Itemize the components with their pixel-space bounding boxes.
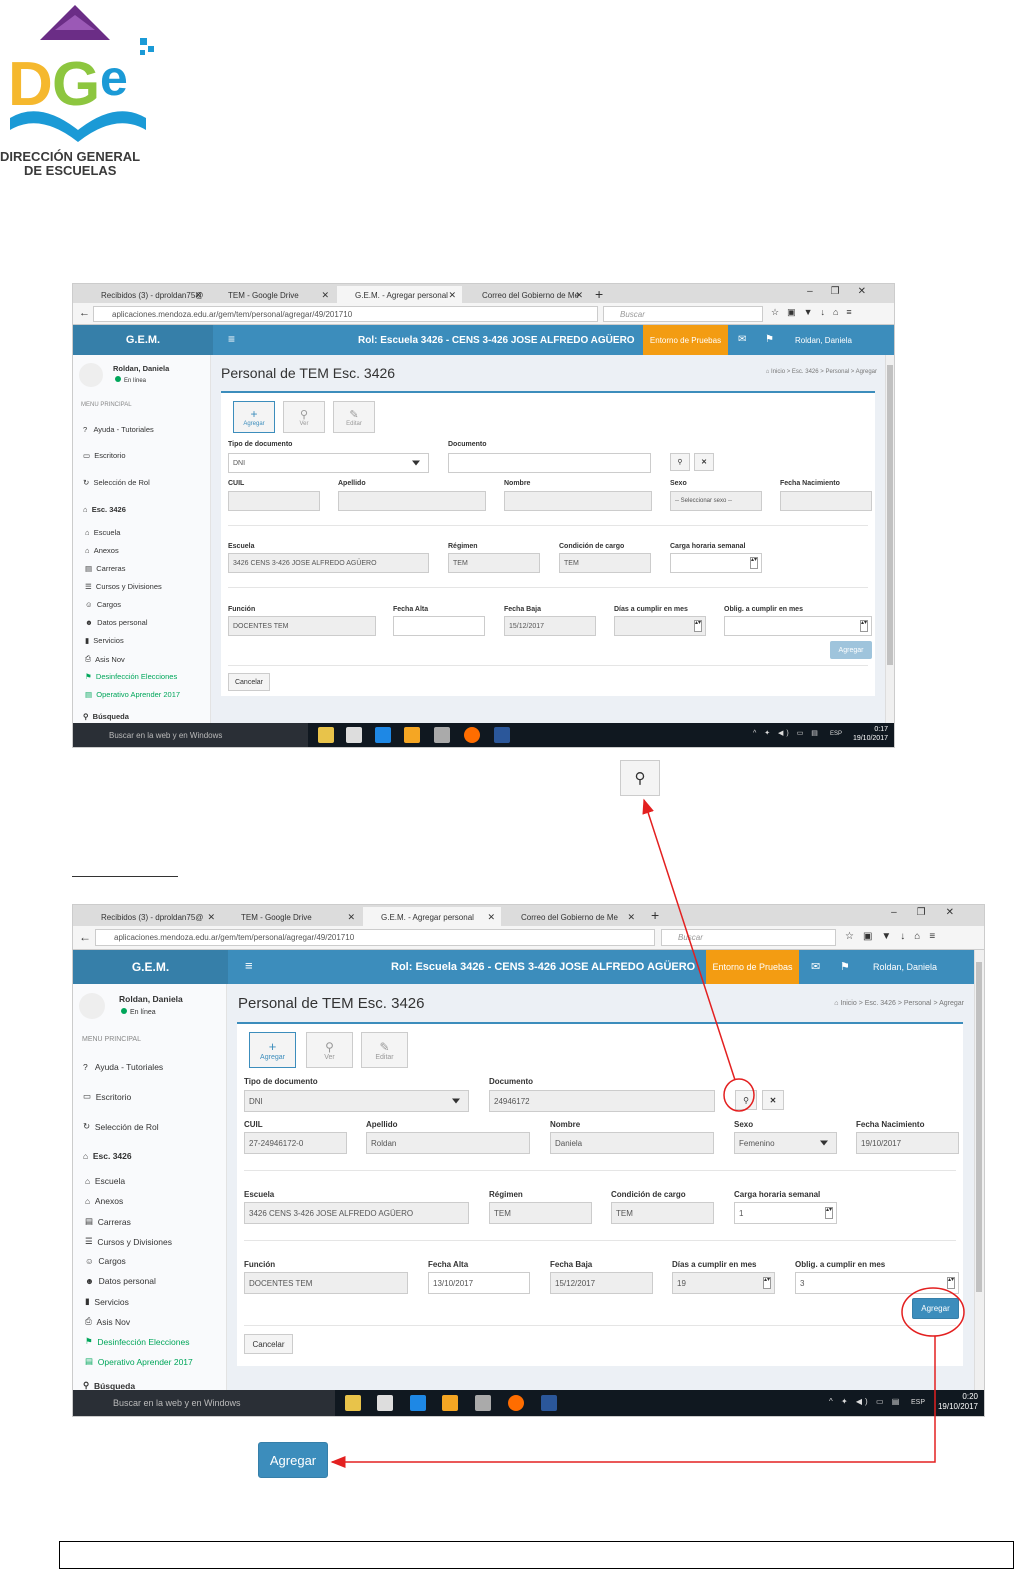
agregar-highlight-circle <box>901 1287 965 1337</box>
annotation-overlay <box>330 798 965 1468</box>
bottom-frame <box>59 1541 1014 1569</box>
agregar-arrow <box>330 1336 936 1468</box>
search-arrow <box>642 798 736 1081</box>
search-highlight-circle <box>723 1078 755 1112</box>
